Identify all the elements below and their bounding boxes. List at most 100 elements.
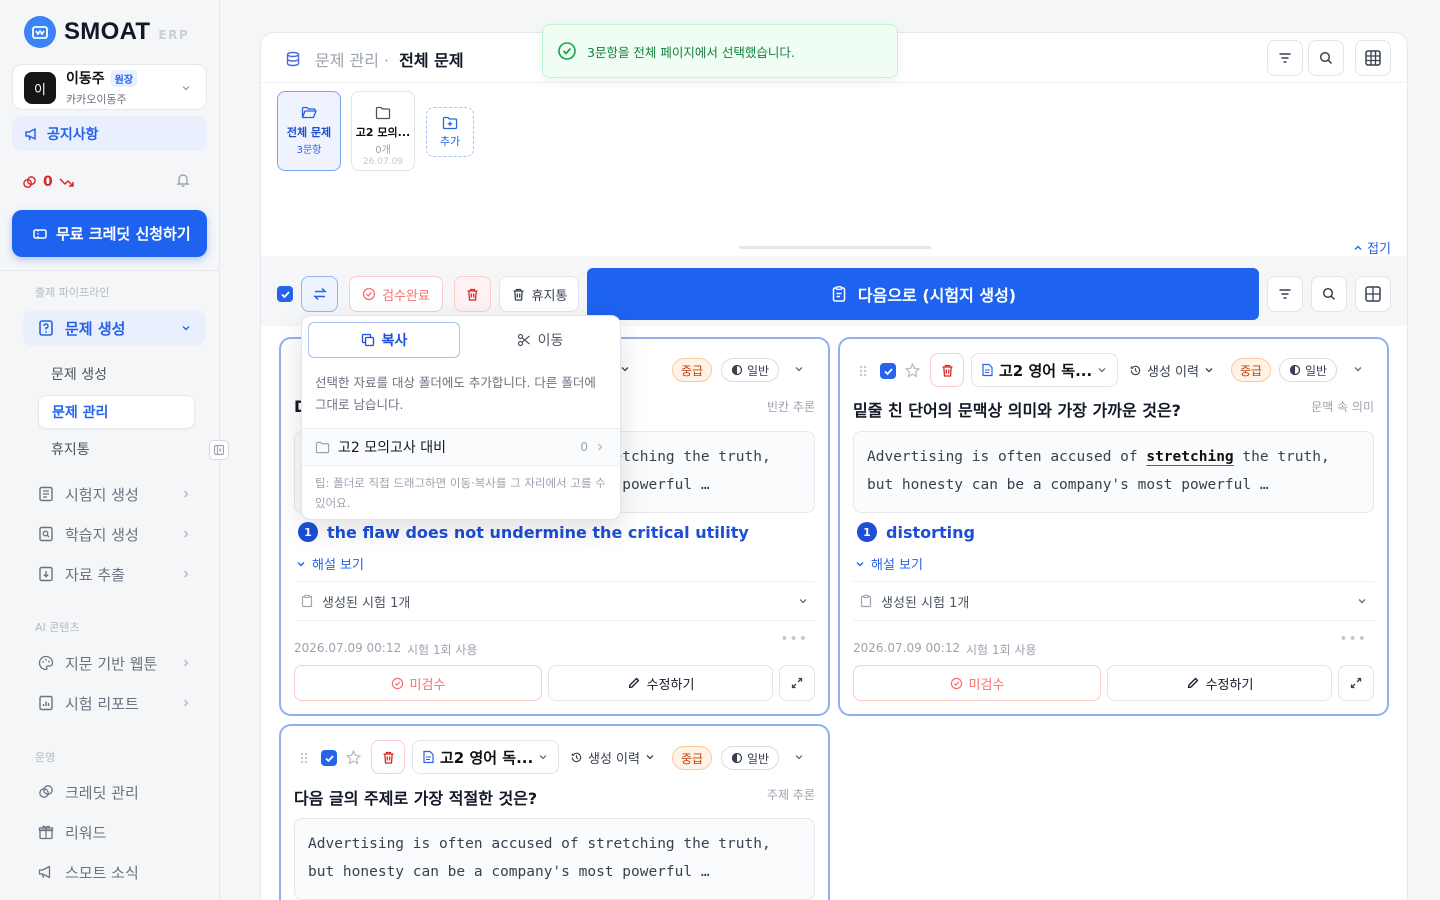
question-card[interactable]: 고2 영어 독... 생성 이력 중급 일반 다음 글의 주제로 가장 적절한 … — [279, 724, 830, 900]
question-card[interactable]: 고2 영어 독... 생성 이력 중급 일반 밑줄 친 단어의 문맥상 의미와 … — [838, 337, 1389, 716]
sidebar-item-news[interactable]: 스모트 소식 — [23, 854, 206, 890]
chevron-down-icon — [797, 595, 809, 607]
review-done-button[interactable]: 검수완료 — [349, 276, 443, 312]
answer-row: 1 the flaw does not undermine the critic… — [298, 522, 749, 542]
filter-button[interactable] — [1267, 40, 1303, 76]
source-label: 고2 영어 독... — [999, 361, 1093, 380]
app-suffix: ERP — [158, 28, 190, 42]
chevron-down-icon[interactable] — [793, 363, 805, 375]
breadcrumb-parent[interactable]: 문제 관리 · — [315, 47, 389, 71]
search-button[interactable] — [1308, 40, 1344, 76]
folder-all[interactable]: 전체 문제 3문항 — [277, 91, 341, 171]
drag-handle-icon[interactable] — [299, 751, 309, 765]
source-selector[interactable]: 고2 영어 독... — [971, 353, 1118, 387]
tab-copy[interactable]: 복사 — [308, 322, 460, 358]
passage-text: the truth, — [1233, 449, 1330, 465]
sidebar-subitem-question-gen[interactable]: 문제 생성 — [38, 357, 195, 391]
collapse-button[interactable]: 접기 — [1353, 238, 1391, 257]
sidebar-item-question-gen[interactable]: 문제 생성 — [23, 310, 206, 346]
credit-balance[interactable]: 0 — [22, 172, 192, 192]
add-folder-button[interactable]: 추가 — [426, 107, 474, 157]
chevron-down-icon[interactable] — [793, 751, 805, 763]
credit-count: 0 — [43, 174, 53, 190]
sidebar-item-exam-report[interactable]: 시험 리포트 — [23, 685, 206, 721]
grid-view-button[interactable] — [1355, 40, 1391, 76]
sidebar-item-label: 문제 생성 — [65, 319, 126, 338]
sidebar-item-credit-manage[interactable]: 크레딧 관리 — [23, 774, 206, 810]
check-circle-icon — [557, 41, 577, 61]
sidebar-item-label: 시험지 생성 — [65, 485, 139, 504]
card-checkbox[interactable] — [880, 363, 896, 379]
app-name: SMOAT — [64, 18, 151, 45]
coins-icon — [22, 175, 37, 190]
sidebar-subitem-trash[interactable]: 휴지통 — [38, 432, 195, 466]
sidebar-item-exam-gen[interactable]: 시험지 생성 — [23, 476, 206, 512]
star-icon[interactable] — [345, 749, 362, 766]
expand-button[interactable] — [779, 665, 815, 701]
history-dropdown[interactable]: 생성 이력 — [1129, 354, 1214, 386]
doc-question-icon — [37, 319, 55, 337]
scissors-icon — [517, 333, 531, 347]
resize-handle[interactable] — [739, 246, 931, 249]
edit-button[interactable]: 수정하기 — [1107, 665, 1332, 701]
more-icon[interactable]: ••• — [1339, 631, 1367, 647]
toast-message: 3문항을 전체 페이지에서 선택했습니다. — [587, 44, 795, 60]
expand-icon — [790, 676, 804, 690]
select-all-checkbox[interactable] — [277, 286, 293, 302]
folder-name: 전체 문제 — [286, 126, 332, 139]
bell-icon[interactable] — [175, 172, 191, 188]
answer-number: 1 — [857, 522, 877, 542]
tab-move[interactable]: 이동 — [464, 322, 616, 358]
sidebar-item-label: 학습지 생성 — [65, 525, 139, 544]
app-logo[interactable]: SMOAT ERP — [24, 16, 189, 48]
history-dropdown[interactable]: 생성 이력 — [570, 741, 655, 773]
created-date: 2026.07.09 00:12 — [294, 641, 402, 655]
trash-icon — [381, 750, 396, 765]
next-create-exam-button[interactable]: 다음으로 (시험지 생성) — [587, 268, 1259, 320]
usage-count: 시험 1회 사용 — [966, 643, 1037, 657]
delete-card-button[interactable] — [371, 740, 405, 774]
avatar: 이 — [24, 72, 56, 104]
expand-button[interactable] — [1338, 665, 1374, 701]
search-button[interactable] — [1311, 276, 1347, 312]
sidebar-item-rewards[interactable]: 리워드 — [23, 814, 206, 850]
notice-button[interactable]: 공지사항 — [12, 116, 207, 151]
free-credit-button[interactable]: 무료 크레딧 신청하기 — [12, 210, 207, 257]
card-checkbox[interactable] — [321, 750, 337, 766]
user-switcher[interactable]: 이 이동주 원장 카카오이동주 — [12, 64, 207, 110]
source-selector[interactable]: 고2 영어 독... — [412, 740, 559, 774]
chevron-right-icon — [180, 568, 192, 580]
usage-count: 시험 1회 사용 — [407, 643, 478, 657]
pencil-icon — [627, 676, 641, 690]
folder-go2-mock[interactable]: 고2 모의... 0개 26.07.09 — [351, 91, 415, 171]
chevron-down-icon[interactable] — [1352, 363, 1364, 375]
filter-button[interactable] — [1267, 276, 1303, 312]
unreviewed-button[interactable]: 미검수 — [853, 665, 1101, 701]
edit-button[interactable]: 수정하기 — [548, 665, 773, 701]
show-explanation-button[interactable]: 해설 보기 — [296, 554, 364, 573]
sidebar-collapse-icon[interactable] — [209, 440, 229, 460]
copy-move-popover: 복사 이동 선택한 자료를 대상 폴더에도 추가합니다. 다른 폴더에 그대로 … — [301, 315, 621, 520]
star-icon[interactable] — [904, 362, 921, 379]
sidebar-item-worksheet-gen[interactable]: 학습지 생성 — [23, 516, 206, 552]
drag-handle-icon[interactable] — [858, 364, 868, 378]
sidebar-subitem-question-manage[interactable]: 문제 관리 — [38, 395, 195, 429]
tab-copy-label: 복사 — [381, 333, 408, 349]
sidebar-item-extract[interactable]: 자료 추출 — [23, 556, 206, 592]
delete-button[interactable] — [454, 276, 491, 312]
database-icon — [281, 47, 305, 71]
sidebar-item-webtoon[interactable]: 지문 기반 웹툰 — [23, 645, 206, 681]
generated-exams-row[interactable]: 생성된 시험 1개 — [294, 581, 815, 621]
unreviewed-label: 미검수 — [409, 677, 446, 693]
passage-text: Advertising is often accused of — [867, 449, 1147, 465]
unreviewed-button[interactable]: 미검수 — [294, 665, 542, 701]
delete-card-button[interactable] — [930, 353, 964, 387]
grid-view-button[interactable] — [1355, 276, 1391, 312]
circle-half-icon — [731, 752, 743, 764]
target-folder-option[interactable]: 고2 모의고사 대비 0 — [302, 428, 620, 466]
show-explanation-button[interactable]: 해설 보기 — [855, 554, 923, 573]
more-icon[interactable]: ••• — [780, 631, 808, 647]
copy-move-button[interactable] — [301, 276, 338, 312]
trash-bin-button[interactable]: 휴지통 — [499, 276, 579, 312]
generated-exams-row[interactable]: 생성된 시험 1개 — [853, 581, 1374, 621]
